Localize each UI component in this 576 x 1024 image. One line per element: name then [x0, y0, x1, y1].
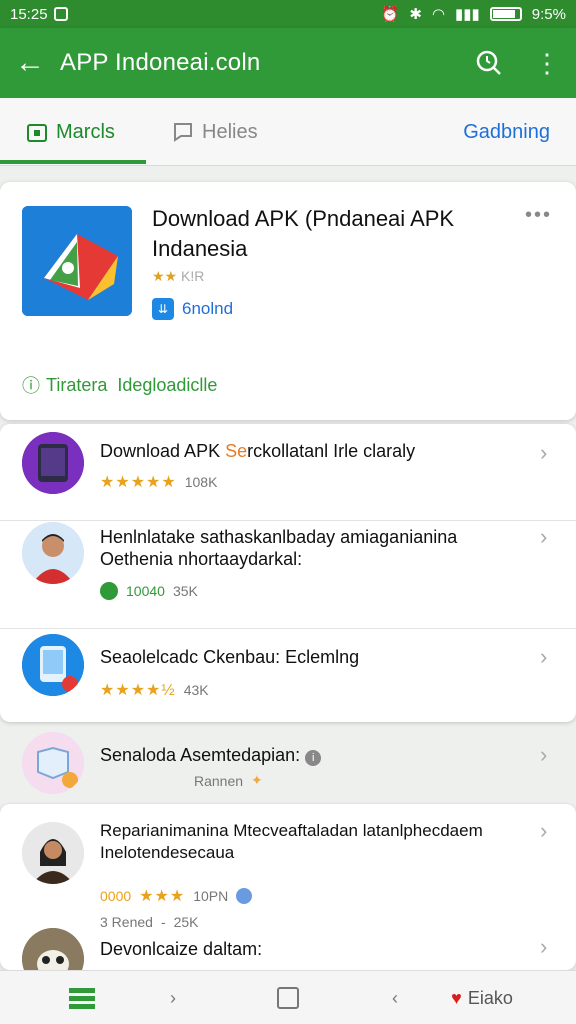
battery-text: 9:5%: [531, 5, 566, 23]
list-item-meta: ★★★★½ 43K: [100, 682, 209, 699]
menu-icon[interactable]: [62, 971, 102, 1024]
list-item-meta: 10040 35K: [100, 582, 198, 600]
list-item-meta: Rannen ✦: [194, 772, 263, 789]
info-icon: [236, 888, 253, 904]
list-item-title: Senaloda Asemtedapian: i: [100, 744, 520, 766]
star-icon: ★★: [152, 268, 178, 284]
list-item-meta: ★★★★★ 108K: [100, 474, 218, 491]
rating-text: K!R: [181, 268, 205, 284]
list-item-title: Henlnlatake sathaskanlbaday amiaganianin…: [100, 527, 458, 569]
back-icon[interactable]: ‹: [380, 971, 410, 1024]
favorites-button[interactable]: ♥ Eiako: [432, 971, 532, 1024]
list-item[interactable]: Senaloda Asemtedapian: i Rannen ✦ ›: [0, 724, 576, 804]
more-horiz-icon[interactable]: •••: [525, 204, 552, 227]
tab-label: Gadbning: [463, 120, 550, 143]
list-item-title: Seaolelcadc Ckenbau: Eclemlng: [100, 647, 360, 667]
app-list-card: Download APK Serckollatanl Irle claraly …: [0, 424, 576, 722]
tab-marcls[interactable]: Marcls: [26, 98, 115, 166]
list-item-title: Devonlcaize daltam:: [100, 939, 263, 959]
wifi-icon: ◠: [431, 6, 446, 23]
chevron-right-icon: ›: [540, 524, 548, 549]
list-item-meta: 0000 ★★★ 10PN: [100, 886, 253, 906]
tab-gadbning[interactable]: Gadbning: [463, 98, 550, 166]
featured-rating: ★★ K!R: [152, 268, 204, 285]
alarm-icon: ⏰: [380, 6, 400, 23]
featured-badge[interactable]: ⇊ 6nolnd: [152, 298, 233, 320]
status-time: 15:25: [10, 5, 48, 23]
chevron-right-icon: ›: [540, 818, 548, 843]
info-icon: i: [305, 750, 322, 766]
app-title: APP Indoneai.coln: [60, 49, 261, 76]
download-link[interactable]: Idegloadiclle: [117, 375, 217, 396]
tab-bar: Marcls Helies Gadbning: [0, 98, 576, 166]
list-item-title: Reparianimanina Mtecveaftaladan latanlph…: [100, 821, 483, 862]
bluetooth-icon: ✱: [409, 6, 422, 23]
status-bar: 15:25 ⏰ ✱ ◠ ▮▮▮ 9:5%: [0, 0, 576, 28]
list-item[interactable]: Henlnlatake sathaskanlbaday amiaganianin…: [0, 520, 576, 628]
tab-label: Helies: [202, 120, 258, 143]
star-rating: ★★★★★: [100, 474, 177, 491]
signal-icon: ▮▮▮: [455, 6, 480, 23]
store-icon: [27, 124, 47, 142]
recent-apps-icon[interactable]: [270, 971, 306, 1024]
bottom-nav: › ‹ ♥ Eiako: [0, 970, 576, 1024]
app-logo-icon: [22, 206, 132, 316]
chevron-right-icon: ›: [540, 742, 548, 767]
comment-icon: [174, 123, 192, 142]
back-arrow-icon[interactable]: ←: [0, 46, 60, 80]
battery-icon: [489, 7, 522, 21]
featured-footer: ⓘ Tiratera Idegloadiclle: [22, 372, 217, 398]
chevron-right-icon: ›: [540, 934, 548, 959]
footer-prefix: Tiratera: [46, 374, 108, 395]
app-bar: ← APP Indoneai.coln ⋮: [0, 28, 576, 98]
forward-icon[interactable]: ›: [158, 971, 188, 1024]
nav-label: Eiako: [467, 987, 513, 1008]
featured-title: Download APK (Pndaneai APK Indanesia: [152, 206, 455, 261]
star-rating: ★★★: [139, 888, 186, 905]
info-icon: ⓘ: [22, 376, 40, 396]
active-tab-indicator: [0, 160, 146, 164]
featured-app-card[interactable]: Download APK (Pndaneai APK Indanesia •••…: [0, 182, 576, 420]
chevron-right-icon: ›: [540, 644, 548, 669]
more-vert-icon[interactable]: ⋮: [518, 48, 576, 79]
heart-icon: ♥: [451, 987, 462, 1008]
search-icon[interactable]: [460, 49, 518, 77]
app-thumbnail: [22, 432, 84, 494]
list-item[interactable]: Seaolelcadc Ckenbau: Eclemlng ★★★★½ 43K …: [0, 628, 576, 720]
whatsapp-icon: [100, 582, 118, 600]
app-thumbnail: [22, 732, 84, 794]
list-item[interactable]: Download APK Serckollatanl Irle claraly …: [0, 424, 576, 520]
chevron-right-icon: ›: [540, 440, 548, 465]
status-notification-icon: [53, 7, 68, 21]
app-thumbnail: [22, 522, 84, 584]
tab-label: Marcls: [56, 120, 115, 143]
star-rating: ★★★★½: [100, 682, 176, 699]
list-item-title: Download APK Serckollatanl Irle claraly: [100, 441, 416, 461]
badge-label: 6nolnd: [182, 299, 234, 318]
app-thumbnail: [22, 634, 84, 696]
app-thumbnail: [22, 822, 84, 884]
star-icon: ✦: [251, 772, 263, 788]
tab-helies[interactable]: Helies: [172, 98, 258, 166]
download-icon: ⇊: [152, 298, 174, 320]
